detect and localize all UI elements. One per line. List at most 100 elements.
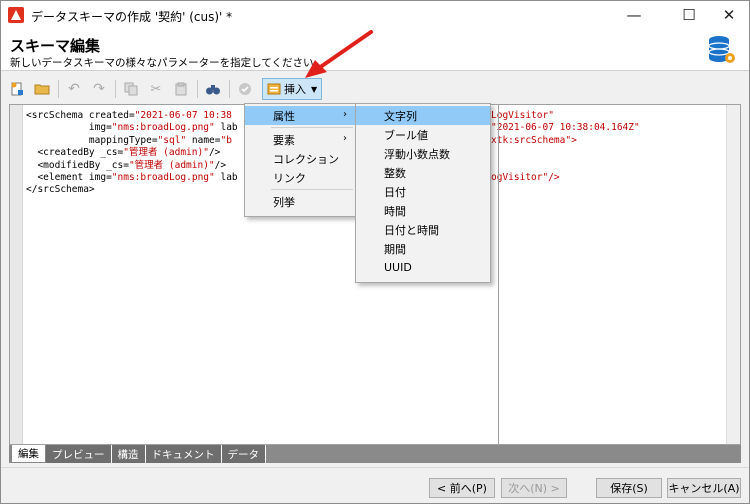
submenu-item-date[interactable]: 日付 [356,182,490,201]
code-token: img= [26,122,112,134]
code-line[interactable]: <element img="nms:broadLog.png" lab ogVis… [26,171,559,184]
code-token: "管理者 (admin)" [128,159,215,171]
attribute-submenu: 文字列 ブール値 浮動小数点数 整数 日付 時間 日付と時間 期間 UUID [355,103,491,283]
menu-item-element[interactable]: 要素 › [245,130,355,149]
menu-item-label: コレクション [273,152,339,166]
check-button[interactable] [233,78,257,100]
code-token: "管理者 (admin)" [123,147,209,159]
find-button[interactable] [201,78,225,100]
code-token: LogVisitor" [491,110,554,121]
code-token: ogVisitor"/> [491,171,560,183]
page-title: スキーマ編集 [10,37,101,55]
submenu-item-float[interactable]: 浮動小数点数 [356,144,490,163]
insert-menu: 属性 › 要素 › コレクション リンク 列挙 [244,103,356,217]
paste-icon [175,82,187,96]
menu-item-label: 要素 [273,133,295,147]
submenu-item-timespan[interactable]: 期間 [356,239,490,258]
check-circle-icon [239,83,251,95]
menu-item-label: 列挙 [273,195,295,209]
tab-edit[interactable]: 編集 [11,445,46,463]
chevron-down-icon: ▼ [311,84,318,94]
copy-button[interactable] [119,78,143,100]
toolbar-separator [58,80,59,98]
code-token: "b [220,134,232,146]
pointer-arrow-icon [305,30,373,78]
paste-button[interactable] [169,78,193,100]
code-token: <element img= [26,171,112,183]
page-subtitle: 新しいデータスキーマの様々なパラメーターを指定してください。 [10,57,325,69]
tab-structure[interactable]: 構造 [111,445,146,463]
toolbar: ↶ ↷ ✂ 挿入 ▼ [5,76,745,102]
toolbar-separator [229,80,230,98]
submenu-item-integer[interactable]: 整数 [356,163,490,182]
folder-icon [34,84,50,95]
code-token: "nms:broadLog.png" [111,171,215,183]
minimize-button[interactable]: — [611,1,657,29]
submenu-item-boolean[interactable]: ブール値 [356,125,490,144]
code-token: "nms:broadLog.png" [111,122,215,134]
code-line[interactable]: <modifiedBy _cs="管理者 (admin)"/> [26,160,238,172]
new-schema-button[interactable] [5,78,29,100]
code-token: lab [214,171,238,183]
title-bar: データスキーマの作成 '契約' (cus)' * — ☐ ✕ [1,1,749,29]
toolbar-separator [115,80,116,98]
submenu-item-string[interactable]: 文字列 [356,106,490,125]
menu-item-label: リンク [273,171,306,185]
code-token: <srcSchema created= [26,110,135,121]
menu-item-collection[interactable]: コレクション [245,149,355,168]
copy-icon [124,82,138,96]
dialog-window: データスキーマの作成 '契約' (cus)' * — ☐ ✕ スキーマ編集 新し… [0,0,750,504]
code-line[interactable]: </srcSchema> [26,184,238,196]
window-title: データスキーマの作成 '契約' (cus)' * [31,10,233,24]
menu-item-link[interactable]: リンク [245,168,355,187]
code-line[interactable]: mappingType="sql" name="b xtk:srcSchema"> [26,134,577,147]
editor-tabs: 編集 プレビュー 構造 ドキュメント データ [11,445,266,463]
code-token: <modifiedBy _cs= [26,159,129,171]
app-logo-icon [8,7,24,23]
code-token: "2021-06-07 10:38 [134,110,232,121]
code-token: /> [208,147,221,159]
code-token: <createdBy _cs= [26,147,124,159]
code-token: "2021-06-07 10:38:04.164Z" [491,122,640,134]
undo-button[interactable]: ↶ [62,78,86,100]
tab-data[interactable]: データ [221,445,266,463]
next-button[interactable]: 次へ(N) > [501,478,567,498]
code-line[interactable]: <createdBy _cs="管理者 (admin)"/> [26,147,238,159]
code-token: </srcSchema> [26,184,95,196]
insert-label: 挿入 [284,83,306,96]
undo-icon: ↶ [68,81,80,97]
chevron-right-icon: › [343,109,347,120]
cut-button[interactable]: ✂ [144,78,168,100]
submenu-item-uuid[interactable]: UUID [356,258,490,277]
code-content[interactable]: <srcSchema created="2021-06-07 10:38 LogV… [26,110,640,197]
save-button[interactable]: 保存(S) [596,478,662,498]
close-button[interactable]: ✕ [706,1,750,29]
submenu-item-time[interactable]: 時間 [356,201,490,220]
menu-separator [271,189,353,190]
code-token: lab [214,122,238,134]
editor-gutter [10,105,23,444]
tab-document[interactable]: ドキュメント [145,445,222,463]
editor-scrollbar[interactable] [726,105,740,444]
prev-button[interactable]: < 前へ(P) [429,478,495,498]
menu-item-enumeration[interactable]: 列挙 [245,192,355,211]
submenu-item-datetime[interactable]: 日付と時間 [356,220,490,239]
editor-splitter[interactable] [498,105,499,444]
menu-separator [271,127,353,128]
insert-dropdown-button[interactable]: 挿入 ▼ [262,78,323,100]
code-line[interactable]: <srcSchema created="2021-06-07 10:38 LogV… [26,110,554,122]
code-line[interactable]: img="nms:broadLog.png" lab "2021-06-07 10… [26,122,640,134]
open-button[interactable] [30,78,54,100]
scissors-icon: ✂ [150,81,162,97]
menu-item-attribute[interactable]: 属性 › [245,106,355,125]
code-token: name= [186,134,221,146]
tab-preview[interactable]: プレビュー [46,445,112,463]
cancel-button[interactable]: キャンセル(A) [667,478,741,498]
insert-icon [267,83,281,95]
code-token: /> [214,159,227,171]
menu-item-label: 属性 [273,109,295,123]
redo-icon: ↷ [93,81,105,97]
redo-button[interactable]: ↷ [87,78,111,100]
footer-divider [1,467,749,468]
chevron-right-icon: › [343,133,347,144]
